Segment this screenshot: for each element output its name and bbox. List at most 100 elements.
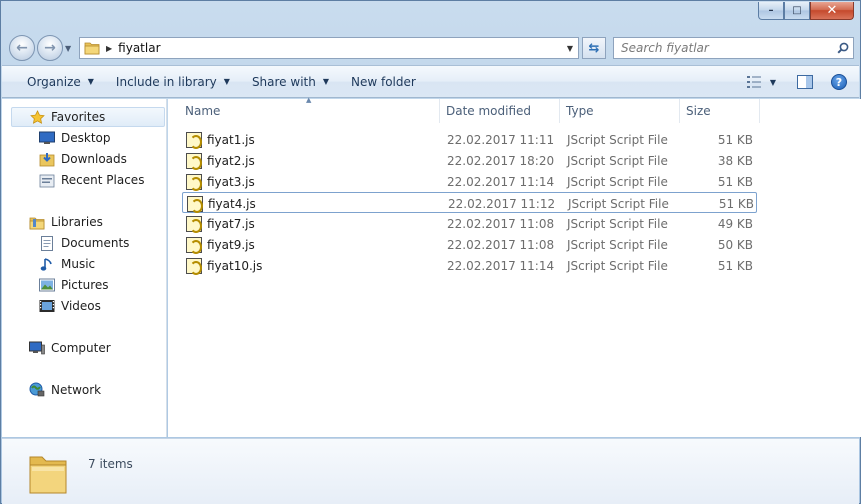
chevron-down-icon: ▼	[87, 77, 94, 86]
file-date-modified: 22.02.2017 11:14	[447, 174, 555, 189]
breadcrumb-chevron-icon[interactable]: ▶	[106, 44, 112, 53]
share-with-button[interactable]: Share with ▼	[244, 70, 337, 94]
sort-ascending-icon: ▲	[306, 96, 312, 104]
search-box[interactable]	[613, 37, 854, 59]
pictures-icon	[39, 277, 55, 293]
file-name: fiyat2.js	[207, 153, 255, 168]
file-name: fiyat7.js	[207, 216, 255, 231]
nav-favorites[interactable]: Favorites	[11, 107, 165, 127]
network-icon	[29, 382, 45, 398]
nav-libraries[interactable]: Libraries	[29, 212, 103, 232]
organize-menu-button[interactable]: Organize ▼	[19, 70, 102, 94]
libraries-icon	[29, 214, 45, 230]
table-row[interactable]: fiyat1.js 22.02.2017 11:11 JScript Script …	[182, 129, 757, 150]
maximize-button[interactable]: □	[784, 2, 810, 20]
nav-network[interactable]: Network	[29, 380, 101, 400]
file-name-cell[interactable]: fiyat3.js	[186, 171, 444, 192]
close-button[interactable]: ✕	[810, 2, 854, 20]
jscript-file-icon	[186, 131, 202, 149]
nav-item-music-label: Music	[61, 257, 96, 271]
search-input[interactable]	[614, 38, 833, 58]
file-name-cell[interactable]: fiyat10.js	[186, 255, 444, 276]
music-icon	[39, 256, 55, 272]
address-history-dropdown-icon[interactable]: ▼	[562, 38, 578, 58]
table-row[interactable]: fiyat7.js 22.02.2017 11:08 JScript Script …	[182, 213, 757, 234]
file-size: 49 KB	[717, 216, 753, 231]
nav-item-documents-label: Documents	[61, 236, 130, 250]
file-size: 51 KB	[718, 196, 754, 211]
new-folder-button[interactable]: New folder	[343, 70, 424, 94]
include-in-library-button[interactable]: Include in library ▼	[108, 70, 238, 94]
nav-item-documents[interactable]: Documents	[39, 233, 129, 253]
preview-pane-icon	[797, 75, 813, 89]
change-view-button[interactable]: ▼	[741, 71, 781, 93]
address-bar[interactable]: ▶ fiyatlar ▼	[79, 37, 579, 59]
file-date-modified: 22.02.2017 11:14	[447, 258, 555, 273]
refresh-button[interactable]: ⇆	[582, 37, 606, 59]
nav-item-recent-places[interactable]: Recent Places	[39, 170, 144, 190]
details-pane: 7 items	[2, 438, 859, 504]
preview-pane-button[interactable]	[793, 71, 817, 93]
organize-label: Organize	[27, 74, 81, 89]
jscript-file-icon	[186, 215, 202, 233]
jscript-file-icon	[186, 257, 202, 275]
table-row[interactable]: fiyat9.js 22.02.2017 11:08 JScript Script …	[182, 234, 757, 255]
nav-item-downloads[interactable]: Downloads	[39, 149, 127, 169]
help-icon: ?	[831, 74, 847, 90]
column-header-type[interactable]: Type	[560, 99, 680, 123]
new-folder-label: New folder	[351, 74, 416, 89]
recent-pages-dropdown-icon[interactable]: ▼	[65, 44, 71, 53]
file-name-cell[interactable]: fiyat7.js	[186, 213, 444, 234]
file-name-cell[interactable]: fiyat2.js	[186, 150, 444, 171]
forward-arrow-icon: →	[44, 40, 56, 56]
file-name-cell[interactable]: fiyat1.js	[186, 129, 444, 150]
nav-item-desktop[interactable]: Desktop	[39, 128, 111, 148]
file-name: fiyat9.js	[207, 237, 255, 252]
column-header-size-label: Size	[686, 104, 711, 118]
file-name: fiyat10.js	[207, 258, 263, 273]
minimize-button[interactable]: –	[758, 2, 784, 20]
table-row[interactable]: fiyat3.js 22.02.2017 11:14 JScript Script …	[182, 171, 757, 192]
star-icon	[29, 109, 45, 125]
file-date-modified: 22.02.2017 11:08	[447, 216, 555, 231]
file-size: 51 KB	[717, 258, 753, 273]
help-button[interactable]: ?	[827, 71, 851, 93]
view-controls: ▼ ?	[737, 70, 851, 94]
table-row[interactable]: fiyat4.js 22.02.2017 11:12 JScript Script …	[182, 192, 757, 213]
back-arrow-icon: ←	[16, 40, 28, 56]
file-name: fiyat3.js	[207, 174, 255, 189]
nav-item-pictures[interactable]: Pictures	[39, 275, 109, 295]
downloads-icon	[39, 151, 55, 167]
column-header-size[interactable]: Size	[680, 99, 760, 123]
file-size: 51 KB	[717, 132, 753, 147]
file-type: JScript Script File	[567, 237, 668, 252]
table-row[interactable]: fiyat10.js 22.02.2017 11:14 JScript Script…	[182, 255, 757, 276]
nav-item-music[interactable]: Music	[39, 254, 95, 274]
search-icon[interactable]	[833, 38, 853, 58]
chevron-down-icon: ▼	[223, 77, 230, 86]
file-date-modified: 22.02.2017 11:11	[447, 132, 555, 147]
column-header-date[interactable]: Date modified	[440, 99, 560, 123]
refresh-icon: ⇆	[588, 40, 600, 56]
file-size: 50 KB	[717, 237, 753, 252]
address-row: ← → ▼ ▶ fiyatlar ▼ ⇆	[1, 33, 860, 63]
file-type: JScript Script File	[567, 132, 668, 147]
column-header-name-label: Name	[185, 104, 221, 118]
nav-item-recent-places-label: Recent Places	[61, 173, 145, 187]
jscript-file-icon	[186, 173, 202, 191]
nav-computer-label: Computer	[51, 341, 111, 355]
column-header-name[interactable]: ▲ Name	[168, 96, 440, 123]
file-date-modified: 22.02.2017 18:20	[447, 153, 555, 168]
forward-button[interactable]: →	[37, 35, 63, 61]
title-bar: – □ ✕	[1, 1, 860, 29]
file-name-cell[interactable]: fiyat4.js	[187, 193, 445, 214]
file-type: JScript Script File	[567, 258, 668, 273]
table-row[interactable]: fiyat2.js 22.02.2017 18:20 JScript Script …	[182, 150, 757, 171]
file-name-cell[interactable]: fiyat9.js	[186, 234, 444, 255]
nav-item-videos[interactable]: Videos	[39, 296, 101, 316]
file-type: JScript Script File	[567, 216, 668, 231]
breadcrumb-current-folder[interactable]: fiyatlar	[118, 41, 160, 55]
back-button[interactable]: ←	[9, 35, 35, 61]
nav-libraries-label: Libraries	[51, 215, 103, 229]
nav-computer[interactable]: Computer	[29, 338, 111, 358]
